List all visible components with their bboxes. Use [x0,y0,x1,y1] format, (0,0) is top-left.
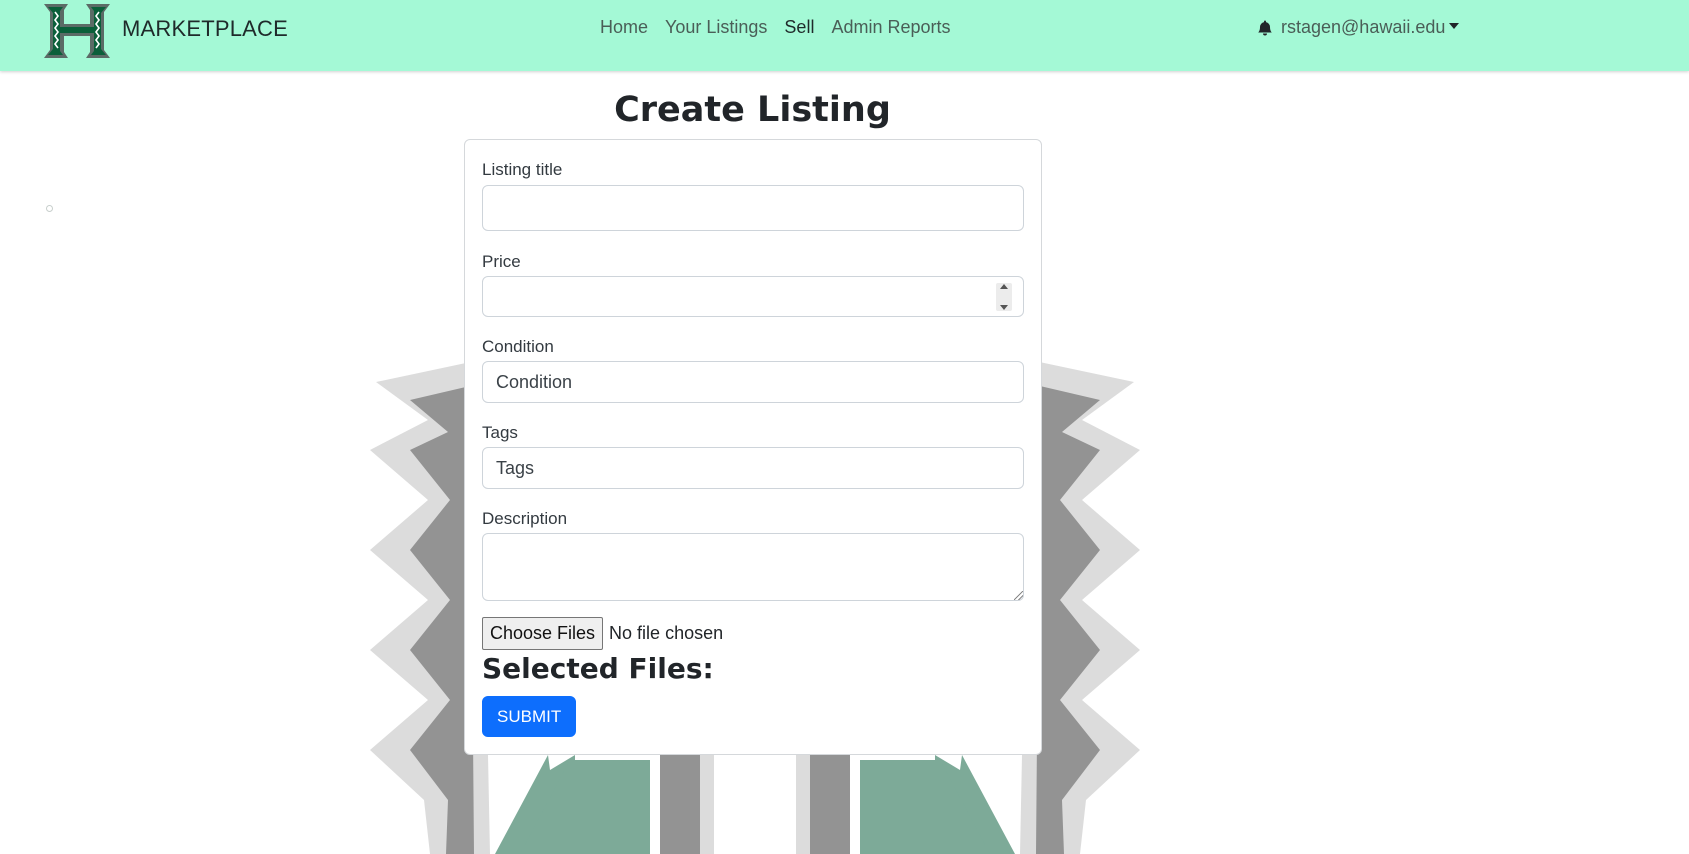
decorative-dot [46,205,53,212]
brand-name: MARKETPLACE [122,16,289,41]
tags-input[interactable]: Tags [482,447,1024,489]
selected-files-heading: Selected Files: [482,652,714,685]
description-textarea[interactable] [482,533,1024,601]
file-status-text: No file chosen [609,623,724,643]
top-navbar: MARKETPLACE Home Your Listings Sell Admi… [0,0,1689,71]
price-label: Price [482,252,521,271]
nav-admin-reports-link[interactable]: Admin Reports [831,17,950,38]
page-title: Create Listing [614,90,891,130]
condition-input[interactable]: Condition [482,361,1024,403]
resize-handle-icon[interactable] [1014,591,1023,600]
chevron-down-icon [1449,22,1460,29]
main-nav: Home Your Listings Sell Admin Reports [600,17,951,38]
file-upload: Choose Files No file chosen [482,617,723,650]
user-dropdown[interactable]: rstagen@hawaii.edu [1257,17,1460,38]
listing-title-input[interactable] [482,185,1024,231]
user-email: rstagen@hawaii.edu [1281,17,1446,37]
bell-icon[interactable] [1257,19,1273,36]
price-input[interactable] [482,276,1024,317]
nav-sell-link[interactable]: Sell [784,17,814,38]
condition-label: Condition [482,337,554,356]
create-listing-form: Listing title Price Condition Condition … [464,139,1042,755]
nav-your-listings-link[interactable]: Your Listings [665,17,767,38]
tags-label: Tags [482,423,518,442]
choose-files-button[interactable]: Choose Files [482,617,604,650]
nav-home-link[interactable]: Home [600,17,648,38]
submit-button[interactable]: SUBMIT [482,696,577,737]
brand-home-link[interactable]: MARKETPLACE [42,2,288,60]
title-label: Listing title [482,160,563,179]
description-label: Description [482,509,568,528]
uh-h-logo-icon [44,4,110,58]
